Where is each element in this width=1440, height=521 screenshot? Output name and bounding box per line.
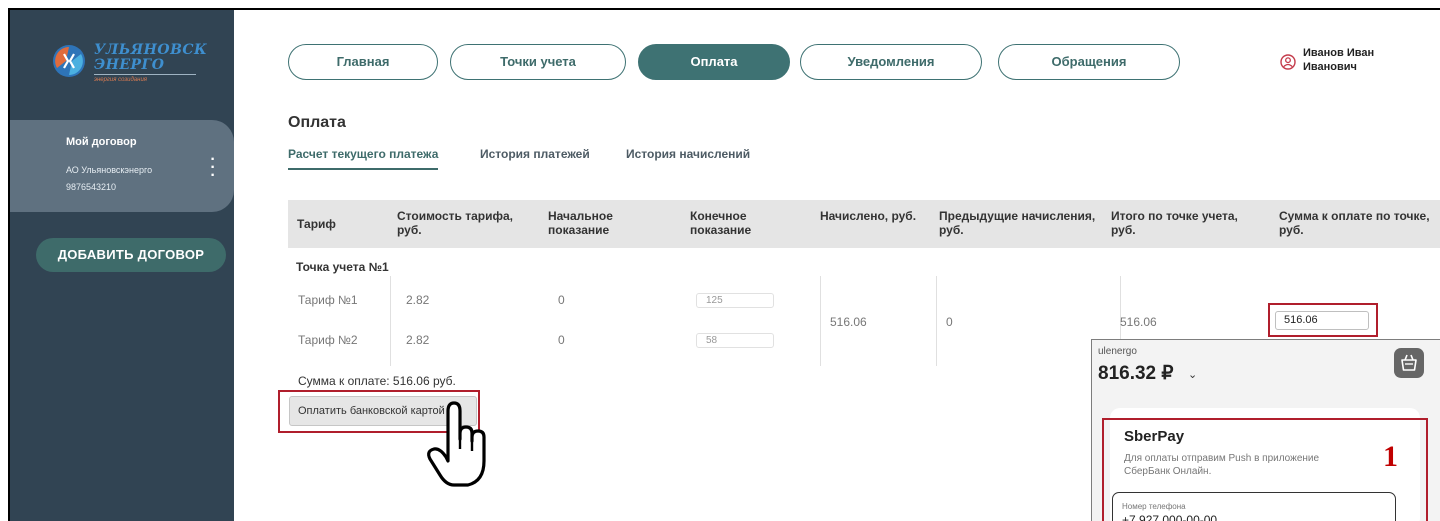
total-to-pay-label: Сумма к оплате: 516.06 руб. bbox=[298, 374, 456, 388]
row1-cost: 2.82 bbox=[406, 293, 430, 307]
col-end-reading: Конечное показание bbox=[690, 209, 752, 237]
user-profile[interactable]: Иванов Иван Иванович bbox=[1280, 46, 1430, 82]
tab-current-payment[interactable]: Расчет текущего платежа bbox=[288, 147, 439, 170]
previous-charges-value: 0 bbox=[946, 315, 953, 329]
user-name: Иванов Иван Иванович bbox=[1303, 47, 1375, 73]
col-tariff: Тариф bbox=[297, 217, 336, 231]
sidebar: УЛЬЯНОВСК ЭНЕРГО энергия созидания Мой д… bbox=[10, 10, 234, 521]
tab-charges-history[interactable]: История начислений bbox=[626, 147, 750, 161]
payment-amount: 816.32 ₽ bbox=[1098, 363, 1174, 384]
logo-mark-icon bbox=[53, 45, 85, 77]
table-header: Тариф Стоимость тарифа, руб. Начальное п… bbox=[288, 200, 1440, 248]
row2-start-reading: 0 bbox=[558, 333, 565, 347]
basket-icon[interactable] bbox=[1394, 348, 1424, 378]
metering-point-title: Точка учета №1 bbox=[296, 260, 389, 274]
row2-end-reading-input[interactable]: 58 bbox=[696, 333, 774, 348]
col-charged: Начислено, руб. bbox=[820, 209, 917, 223]
nav-requests[interactable]: Обращения bbox=[998, 44, 1180, 80]
col-previous-charges: Предыдущие начисления, руб. bbox=[939, 209, 1096, 237]
app-window: УЛЬЯНОВСК ЭНЕРГО энергия созидания Мой д… bbox=[8, 8, 1440, 521]
add-contract-button[interactable]: ДОБАВИТЬ ДОГОВОР bbox=[36, 238, 226, 272]
page-title: Оплата bbox=[288, 114, 346, 131]
row2-cost: 2.82 bbox=[406, 333, 430, 347]
logo-divider bbox=[94, 74, 196, 75]
basket-glyph bbox=[1401, 354, 1417, 371]
col-tariff-cost: Стоимость тарифа, руб. bbox=[397, 209, 514, 237]
nav-metering-points[interactable]: Точки учета bbox=[450, 44, 626, 80]
user-icon bbox=[1280, 54, 1296, 70]
kebab-menu-icon[interactable]: · · · bbox=[206, 152, 220, 184]
contract-title: Мой договор bbox=[66, 136, 137, 148]
col-point-total: Итого по точке учета, руб. bbox=[1111, 209, 1238, 237]
chevron-down-icon[interactable]: ⌄ bbox=[1188, 368, 1197, 381]
contract-number: 9876543210 bbox=[66, 182, 117, 192]
contract-card[interactable]: Мой договор АО Ульяновскэнерго 987654321… bbox=[10, 120, 234, 212]
merchant-name: ulenergo bbox=[1098, 346, 1137, 357]
nav-notifications[interactable]: Уведомления bbox=[800, 44, 982, 80]
phone-label: Номер телефона bbox=[1122, 502, 1186, 511]
row1-start-reading: 0 bbox=[558, 293, 565, 307]
sberpay-widget: ulenergo 816.32 ₽ ⌄ SberPay Для оплаты о… bbox=[1091, 339, 1440, 521]
point-total-value: 516.06 bbox=[1120, 315, 1157, 329]
pointer-hand-icon bbox=[427, 401, 486, 487]
nav-payment[interactable]: Оплата bbox=[638, 44, 790, 80]
logo-text-city: УЛЬЯНОВСК bbox=[94, 42, 208, 58]
row1-end-reading-input[interactable]: 125 bbox=[696, 293, 774, 308]
phone-input[interactable]: +7 927 000-00-00 bbox=[1122, 513, 1217, 521]
logo-tagline: энергия созидания bbox=[94, 77, 147, 83]
divider bbox=[936, 276, 937, 366]
row1-tariff: Тариф №1 bbox=[298, 293, 358, 307]
tab-payment-history[interactable]: История платежей bbox=[480, 147, 590, 161]
logo[interactable]: УЛЬЯНОВСК ЭНЕРГО энергия созидания bbox=[52, 40, 212, 94]
charged-value: 516.06 bbox=[830, 315, 867, 329]
nav-main[interactable]: Главная bbox=[288, 44, 438, 80]
divider bbox=[820, 276, 821, 366]
col-start-reading: Начальное показание bbox=[548, 209, 613, 237]
divider bbox=[390, 276, 391, 366]
phone-field[interactable]: Номер телефона +7 927 000-00-00 bbox=[1112, 492, 1396, 521]
amount-to-pay-input[interactable]: 516.06 bbox=[1275, 311, 1369, 330]
col-amount-to-pay: Сумма к оплате по точке, руб. bbox=[1279, 209, 1430, 237]
logo-text-energo: ЭНЕРГО bbox=[94, 57, 165, 73]
row2-tariff: Тариф №2 bbox=[298, 333, 358, 347]
contract-org: АО Ульяновскэнерго bbox=[66, 165, 153, 175]
